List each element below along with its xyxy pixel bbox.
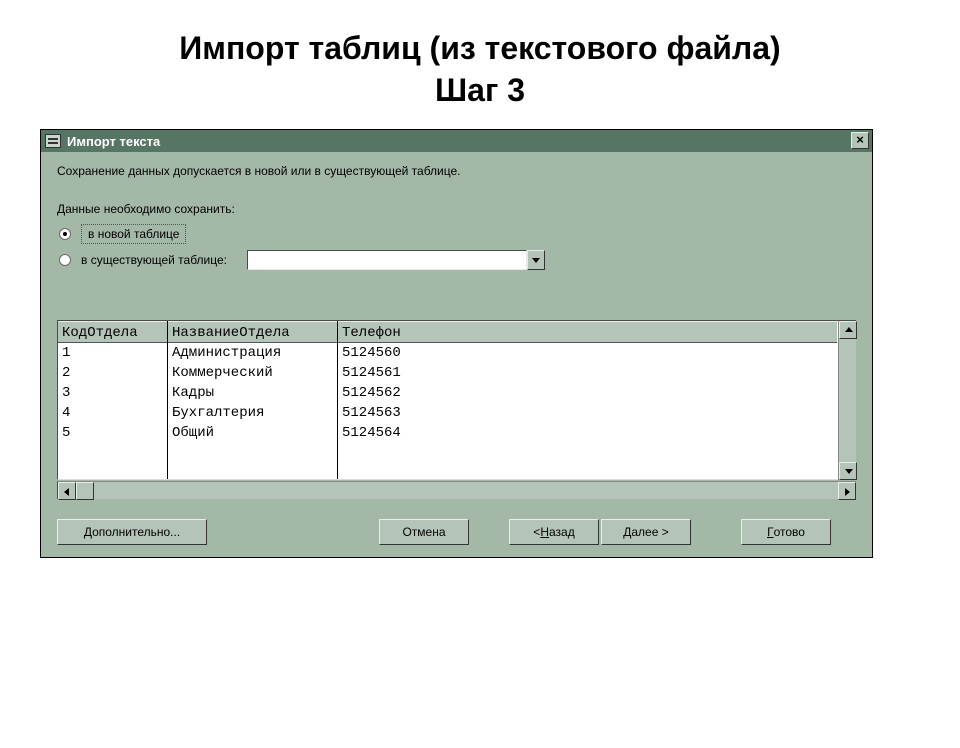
title-line-2: Шаг 3 — [435, 72, 525, 108]
scroll-thumb[interactable] — [76, 482, 94, 500]
scroll-up-icon[interactable] — [839, 321, 857, 339]
existing-table-field[interactable] — [247, 250, 527, 270]
radio-new-table-row[interactable]: в новой таблице — [59, 224, 856, 244]
title-line-1: Импорт таблиц (из текстового файла) — [179, 30, 780, 66]
next-button[interactable]: Далее > — [601, 519, 691, 545]
cell: 5124564 — [338, 423, 837, 443]
wizard-window: Импорт текста × Сохранение данных допуск… — [40, 129, 873, 558]
instruction-text: Сохранение данных допускается в новой ил… — [57, 164, 856, 178]
preview-col-3: Телефон 5124560 5124561 5124562 5124563 … — [338, 321, 837, 479]
save-subhead: Данные необходимо сохранить: — [57, 202, 856, 216]
dropdown-icon[interactable] — [527, 250, 545, 270]
back-button[interactable]: < Назад — [509, 519, 599, 545]
radio-existing-table-row[interactable]: в существующей таблице: — [59, 250, 856, 270]
cell: 5124563 — [338, 403, 837, 423]
close-button[interactable]: × — [851, 132, 869, 149]
cancel-button[interactable]: Отмена — [379, 519, 469, 545]
cell: 5124562 — [338, 383, 837, 403]
column-header[interactable]: КодОтдела — [58, 321, 167, 343]
cell: 2 — [58, 363, 167, 383]
cell: 1 — [58, 343, 167, 363]
preview-col-2: НазваниеОтдела Администрация Коммерчески… — [168, 321, 338, 479]
radio-existing-table[interactable] — [59, 254, 71, 266]
preview-col-1: КодОтдела 1 2 3 4 5 — [58, 321, 168, 479]
cell: 5 — [58, 423, 167, 443]
advanced-button[interactable]: Дополнительно... — [57, 519, 207, 545]
finish-button[interactable]: Готово — [741, 519, 831, 545]
client-area: Сохранение данных допускается в новой ил… — [41, 152, 872, 557]
scroll-track[interactable] — [94, 482, 838, 499]
column-header[interactable]: НазваниеОтдела — [168, 321, 337, 343]
scroll-right-icon[interactable] — [838, 482, 856, 500]
horizontal-scrollbar[interactable] — [57, 481, 856, 499]
cell: 4 — [58, 403, 167, 423]
scroll-down-icon[interactable] — [839, 462, 857, 480]
data-preview-grid: КодОтдела 1 2 3 4 5 НазваниеОтдела Админ… — [57, 320, 856, 480]
radio-new-table[interactable] — [59, 228, 71, 240]
cell: 5124561 — [338, 363, 837, 383]
cell: 3 — [58, 383, 167, 403]
radio-existing-table-label: в существующей таблице: — [81, 253, 227, 267]
vertical-scrollbar[interactable] — [838, 320, 856, 480]
radio-new-table-label: в новой таблице — [81, 224, 186, 244]
cell: Бухгалтерия — [168, 403, 337, 423]
existing-table-combo[interactable] — [247, 250, 545, 270]
cell: Администрация — [168, 343, 337, 363]
slide-title: Импорт таблиц (из текстового файла) Шаг … — [40, 28, 920, 111]
cell: Коммерческий — [168, 363, 337, 383]
cell: Общий — [168, 423, 337, 443]
scroll-left-icon[interactable] — [58, 482, 76, 500]
wizard-button-row: Дополнительно... Отмена < Назад Далее > … — [57, 519, 856, 545]
cell: Кадры — [168, 383, 337, 403]
cell: 5124560 — [338, 343, 837, 363]
preview-area: КодОтдела 1 2 3 4 5 НазваниеОтдела Админ… — [57, 320, 856, 499]
column-header[interactable]: Телефон — [338, 321, 837, 343]
titlebar: Импорт текста × — [41, 130, 872, 152]
window-title: Импорт текста — [67, 134, 160, 149]
window-icon — [45, 134, 61, 148]
